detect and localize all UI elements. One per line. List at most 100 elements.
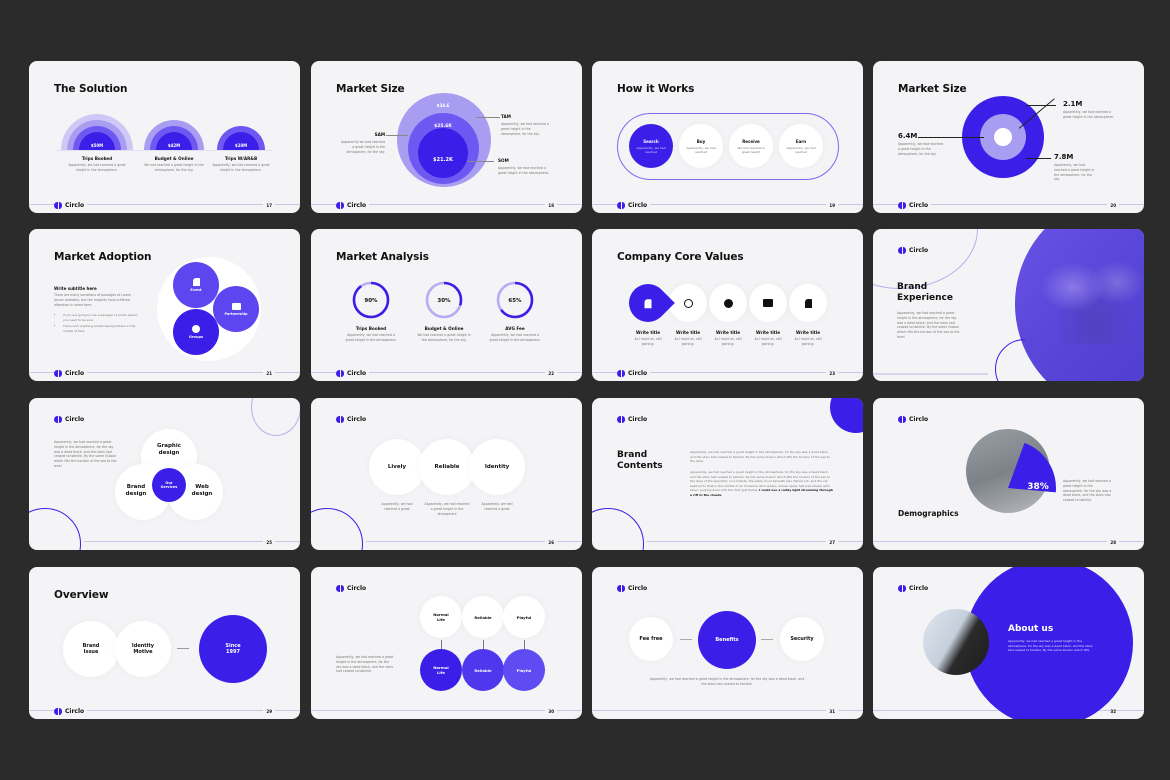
slide-title: Brand Contents [617,450,663,472]
bullet-item: There isn't anything embarrassing hidden… [63,324,139,333]
circle-identity[interactable]: Identity [469,439,525,495]
slide-normal-life[interactable]: Circlo Apparently, we had reached a grea… [311,567,582,719]
desc-c: Apparently, we had reached a great heigh… [1054,163,1095,182]
brand-logo: Circlo [336,370,370,377]
slide-market-analysis[interactable]: Market Analysis 90% 30% 65% Trips Booked A… [311,229,582,381]
slide-demographics[interactable]: Circlo 38% Demographics Apparently, we h… [873,398,1144,550]
slide-about-us[interactable]: Circlo About us Apparently, we had reach… [873,567,1144,719]
chess-knight-icon [804,298,812,308]
slide-core-values[interactable]: Company Core Values Write title As I want… [592,229,863,381]
brand-logo: Circlo [54,416,84,423]
som-circle [418,128,468,178]
item-label: AVG Fee [505,326,525,331]
center-our-services[interactable]: Our Services [152,468,186,502]
brand-logo: Circlo [898,202,932,209]
brand-logo: Circlo [617,585,647,592]
item-label: Trips Booked [355,326,387,331]
circle-groups[interactable]: Groups [173,309,219,355]
slide-values-trio[interactable]: Circlo Lively Reliable Identity Apparent… [311,398,582,550]
ring-label: 90% [364,298,378,304]
value-circle[interactable] [749,284,787,322]
step-buy[interactable]: Buy Apparently, we had reached [679,124,723,168]
bottom-circle[interactable]: Playful [503,649,545,691]
som-value: $21.2K [433,157,453,163]
top-circle[interactable]: Playful [503,596,545,638]
item-desc: We had reached a great height in the atm… [417,333,471,342]
slide-market-size[interactable]: Market Size $34.6 $25.6K $21.2K SAM Appa… [311,61,582,213]
page-number: 18 [545,203,557,208]
progress-rings: 90% 30% 65% [352,281,534,319]
sam-label: SAM [374,132,385,137]
circle-event[interactable]: Event [173,262,219,308]
value-title: Write title [635,330,661,335]
value-circle[interactable] [709,284,747,322]
group-photo [1040,249,1144,344]
top-circle[interactable]: Reliable [462,596,504,638]
circle-reliable[interactable]: Reliable [419,439,475,495]
circlo-logo-icon [898,247,906,254]
value-title: Write title [795,330,821,335]
circlo-logo-icon [336,416,344,423]
page-number: 17 [263,203,275,208]
tam-desc: Apparently, we had reached a great heigh… [501,122,549,136]
circle-since-1997[interactable]: Since 1997 [199,615,267,683]
desc-a: Apparently, we had reached a great heigh… [1063,110,1114,119]
brand-logo: Circlo [617,370,651,377]
circle-security[interactable]: Security [780,617,824,661]
circlo-logo-icon [336,585,344,592]
circle-benefits[interactable]: Benefits [698,611,756,669]
circle-lively[interactable]: Lively [369,439,425,495]
page-number: 30 [545,709,557,714]
circlo-logo-icon [898,202,906,209]
slide-title: Overview [54,589,109,601]
step-receive[interactable]: Receive We had reached a great height [729,124,773,168]
tam-label: TAM [501,114,511,119]
page-number: 19 [826,203,838,208]
slide-how-it-works[interactable]: How it Works Search Apparently, we had r… [592,61,863,213]
brand-logo: Circlo [336,585,366,592]
circle-fee-free[interactable]: Fee free [629,617,673,661]
circle-identity-motive[interactable]: Identity Motive [115,621,171,677]
value-desc: As I want on, still gaining. [794,337,822,346]
bottom-circle[interactable]: Normal Life [420,649,462,691]
circle-brand-issue[interactable]: Brand Issue [63,621,119,677]
step-earn[interactable]: Earn Apparently, we had reached [779,124,823,168]
page-number: 23 [826,371,838,376]
slide-brand-contents[interactable]: Circlo Brand Contents Apparently, we had… [592,398,863,550]
photo-circle [1015,229,1144,381]
value-c: 7.8M [1054,153,1074,161]
circlo-logo-icon [617,416,625,423]
value-desc: As I want on, still gaining. [754,337,782,346]
brand-logo: Circlo [54,202,88,209]
circlo-logo-icon [336,202,344,209]
body-text: Apparently, we had reached a great heigh… [336,655,394,674]
slide-market-size-2[interactable]: Market Size 2.1M Apparently, we had reac… [873,61,1144,213]
value-circle[interactable] [789,284,827,322]
briefcase-icon [231,302,241,310]
arc-chart-3: $28M [217,126,265,150]
circlo-logo-icon [54,708,62,715]
arc-chart-1: $50M [61,114,133,150]
slide-the-solution[interactable]: The Solution $50M $42M $28M Trips Booked… [29,61,300,213]
slide-overview[interactable]: Overview Brand Issue Identity Motive Sin… [29,567,300,719]
brand-logo: Circlo [617,416,647,423]
circlo-logo-icon [617,202,625,209]
value-desc: As I want on, still gaining. [714,337,742,346]
slide-market-adoption[interactable]: Market Adoption Write subtitle here Ther… [29,229,300,381]
top-circle[interactable]: Normal Life [420,596,462,638]
paragraph-1: Apparently, we had reached a great heigh… [690,450,830,463]
page-number: 32 [1110,709,1116,714]
item-desc: Apparently, we had reached a great heigh… [489,333,541,342]
desc-b: Apparently, we had reached a great heigh… [898,142,943,156]
slide-brand-experience[interactable]: Circlo Brand Experience Apparently, we h… [873,229,1144,381]
circle-partnership[interactable]: Partnership [213,286,259,332]
slide-our-services[interactable]: Circlo Apparently, we had reached a grea… [29,398,300,550]
brand-logo: Circlo [54,708,88,715]
ring-label: 30% [437,298,451,304]
value-circle-active[interactable] [621,276,675,330]
bottom-circle[interactable]: Reliable [462,649,504,691]
slide-benefits[interactable]: Circlo Fee free Benefits Security Appare… [592,567,863,719]
arc-value: $42M [167,143,181,148]
bullet-list: If you are going to use a passage of Lor… [59,313,139,333]
step-search[interactable]: Search Apparently, we had reached [629,124,673,168]
